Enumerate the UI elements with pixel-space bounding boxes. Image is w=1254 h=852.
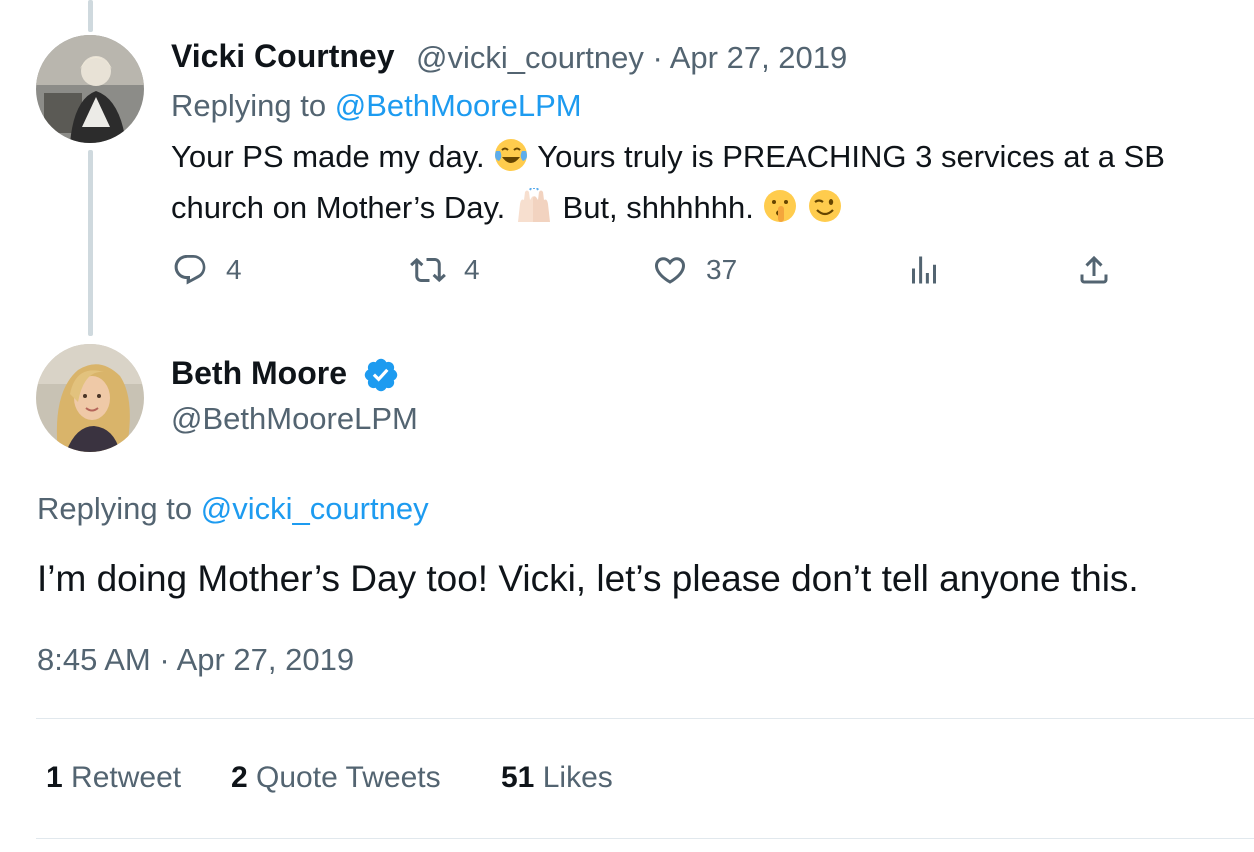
likes-label: Likes [542,761,613,794]
retweets-label: Retweet [71,761,182,794]
meta-separator: · [652,40,663,75]
author-handle[interactable]: @BethMooreLPM [171,401,418,437]
shushing-face-emoji-icon [762,188,798,236]
laughing-crying-emoji-icon [493,137,529,185]
author-name[interactable]: Beth Moore [171,355,347,392]
replying-to: Replying to @BethMooreLPM [171,88,582,124]
reply-count: 4 [226,254,242,285]
heart-icon [654,257,686,284]
author-handle[interactable]: @vicki_courtney [416,40,644,75]
quote-tweets-count: 2 [231,761,248,794]
views-button[interactable] [906,252,942,288]
tweet-date[interactable]: Apr 27, 2019 [670,40,848,75]
verified-badge-icon [362,356,400,399]
tweet-text: I’m doing Mother’s Day too! Vicki, let’s… [37,558,1139,599]
reply-icon [174,255,206,285]
avatar[interactable] [36,35,144,143]
like-button[interactable]: 37 [652,252,737,288]
avatar[interactable] [36,344,144,452]
retweet-icon [410,257,446,283]
quote-tweets-stat[interactable]: 2 Quote Tweets [231,761,441,795]
text-segment: Yours truly is PREACHING 3 services at a… [537,139,1165,174]
winking-face-emoji-icon [807,188,843,236]
replying-to-link[interactable]: @BethMooreLPM [335,88,582,123]
divider [36,718,1254,719]
analytics-icon [912,256,936,284]
retweets-count: 1 [46,761,63,794]
likes-stat[interactable]: 51 Likes [501,761,613,795]
retweet-button[interactable]: 4 [410,252,480,288]
author-name[interactable]: Vicki Courtney [171,38,394,75]
like-count: 37 [706,254,738,285]
divider [36,838,1254,839]
replying-prefix: Replying to [37,491,201,526]
share-icon [1080,255,1108,284]
replying-to-link[interactable]: @vicki_courtney [201,491,429,526]
text-segment: Your PS made my day. [171,139,485,174]
text-segment: But, shhhhhh. [562,190,754,225]
tweet-text-line-1: Your PS made my day. Yours truly is PREA… [171,134,1165,185]
likes-count: 51 [501,761,535,794]
thread-line-top [88,0,93,32]
retweet-count: 4 [464,254,480,285]
thread-line-connector [88,150,93,336]
replying-to: Replying to @vicki_courtney [37,491,429,527]
reply-button[interactable]: 4 [172,252,242,288]
share-button[interactable] [1076,252,1112,288]
quote-tweets-label: Quote Tweets [256,761,441,794]
tweet-timestamp[interactable]: 8:45 AM · Apr 27, 2019 [37,642,354,678]
tweet-meta: @vicki_courtney · Apr 27, 2019 [416,40,847,76]
retweets-stat[interactable]: 1 Retweet [46,761,181,795]
tweet-text: Your PS made my day. Yours truly is PREA… [171,134,1165,236]
text-segment: church on Mother’s Day. [171,190,506,225]
tweet-text-line-2: church on Mother’s Day. But, shhhhhh. [171,185,1165,236]
raised-hands-emoji-icon [514,187,554,236]
replying-prefix: Replying to [171,88,335,123]
